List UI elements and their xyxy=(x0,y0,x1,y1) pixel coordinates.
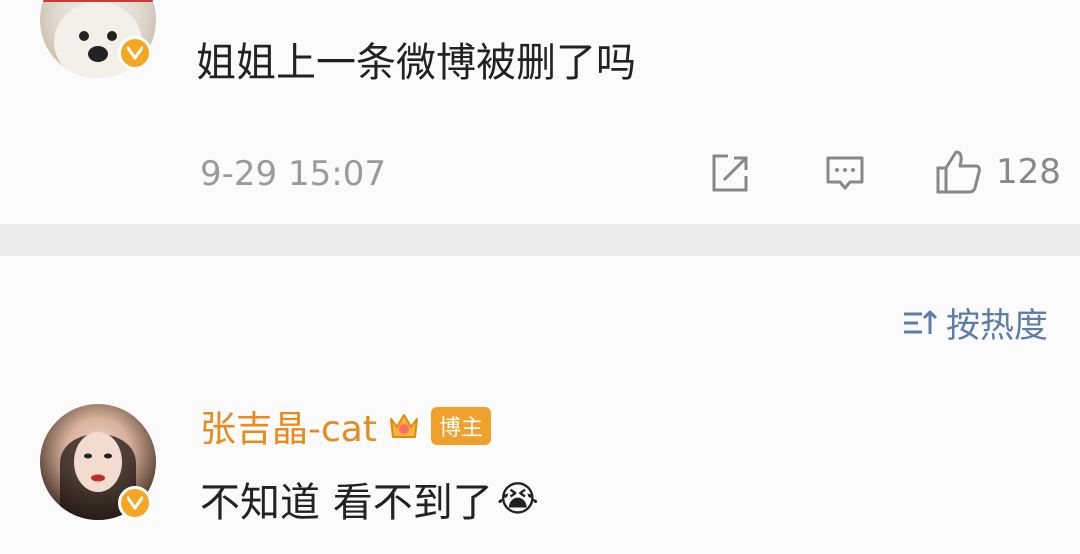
comment-text: 姐姐上一条微博被删了吗 xyxy=(196,40,636,86)
verified-badge-icon xyxy=(118,36,152,70)
like-button[interactable]: 128 xyxy=(932,146,1072,198)
comment-icon xyxy=(826,156,864,190)
section-divider xyxy=(0,224,1080,256)
like-icon xyxy=(936,150,981,194)
author-tag: 博主 xyxy=(430,407,491,445)
share-button[interactable] xyxy=(706,150,752,196)
username[interactable]: 张吉晶-cat xyxy=(200,400,377,452)
like-count: 128 xyxy=(996,152,1061,192)
sort-icon xyxy=(904,310,938,334)
share-icon xyxy=(712,154,748,192)
comment-text: 不知道 看不到了 😭 xyxy=(200,470,539,528)
comment-timestamp: 9-29 15:07 xyxy=(200,154,386,194)
crown-level-icon xyxy=(387,409,421,443)
comment-body: 不知道 看不到了 xyxy=(200,480,493,526)
verified-badge-icon xyxy=(118,486,152,520)
comment-author-row: 张吉晶-cat 博主 xyxy=(200,400,491,452)
sort-by-hot-button[interactable]: 按热度 xyxy=(900,298,1048,347)
sort-label: 按热度 xyxy=(946,306,1048,346)
crying-emoji-icon: 😭 xyxy=(496,478,539,520)
comment-button[interactable] xyxy=(822,150,868,196)
